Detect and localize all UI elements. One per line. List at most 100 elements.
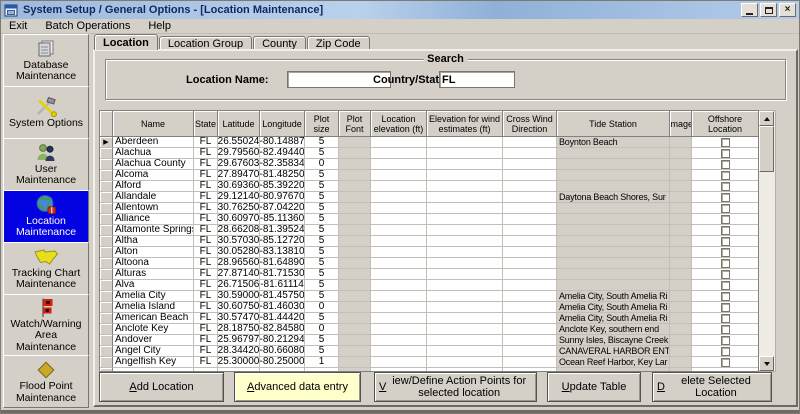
cell-offshore[interactable]	[692, 236, 758, 247]
cell-longitude[interactable]: -82.49440	[260, 148, 305, 159]
cell-plot_font[interactable]	[339, 368, 371, 371]
tab-zip-code[interactable]: Zip Code	[307, 36, 370, 50]
cell-state[interactable]: FL	[194, 269, 218, 280]
row-selector-cell[interactable]	[100, 214, 113, 225]
cell-name[interactable]: Alliance	[113, 214, 194, 225]
cell-plot_font[interactable]	[339, 357, 371, 368]
row-selector-cell[interactable]	[100, 159, 113, 170]
offshore-checkbox[interactable]	[721, 292, 730, 301]
cell-state[interactable]: FL	[194, 236, 218, 247]
cell-image[interactable]	[670, 357, 692, 368]
cell-cross_wind[interactable]	[503, 324, 557, 335]
cell-latitude[interactable]: 30.69360	[218, 181, 260, 192]
cell-plot_font[interactable]	[339, 335, 371, 346]
cell-plot_font[interactable]	[339, 137, 371, 148]
cell-longitude[interactable]: -81.64890	[260, 258, 305, 269]
cell-plot_font[interactable]	[339, 192, 371, 203]
cell-offshore[interactable]	[692, 368, 758, 371]
cell-plot_font[interactable]	[339, 203, 371, 214]
cell-latitude[interactable]: 29.12140	[218, 192, 260, 203]
cell-plot_font[interactable]	[339, 181, 371, 192]
cell-cross_wind[interactable]	[503, 357, 557, 368]
cell-name[interactable]: American Beach	[113, 313, 194, 324]
cell-name[interactable]: Angel City	[113, 346, 194, 357]
row-selector-cell[interactable]	[100, 313, 113, 324]
cell-latitude[interactable]: 29.67603	[218, 159, 260, 170]
cell-cross_wind[interactable]	[503, 346, 557, 357]
cell-loc_elev[interactable]	[371, 280, 427, 291]
cell-elev_wind[interactable]	[427, 236, 503, 247]
cell-name[interactable]: Altamonte Springs	[113, 225, 194, 236]
cell-image[interactable]	[670, 291, 692, 302]
cell-cross_wind[interactable]	[503, 225, 557, 236]
cell-loc_elev[interactable]	[371, 192, 427, 203]
cell-plot_size[interactable]	[305, 368, 339, 371]
cell-tide[interactable]	[557, 280, 670, 291]
cell-loc_elev[interactable]	[371, 247, 427, 258]
cell-loc_elev[interactable]	[371, 236, 427, 247]
cell-longitude[interactable]: -83.13810	[260, 247, 305, 258]
cell-longitude[interactable]: -81.61114	[260, 280, 305, 291]
column-header-plot-size[interactable]: Plot size	[305, 111, 339, 137]
cell-cross_wind[interactable]	[503, 269, 557, 280]
cell-longitude[interactable]	[260, 368, 305, 371]
cell-latitude[interactable]: 30.60970	[218, 214, 260, 225]
cell-latitude[interactable]: 30.60750	[218, 302, 260, 313]
cell-tide[interactable]	[557, 214, 670, 225]
cell-plot_font[interactable]	[339, 225, 371, 236]
cell-latitude[interactable]: 30.76250	[218, 203, 260, 214]
cell-longitude[interactable]: -82.35834	[260, 159, 305, 170]
offshore-checkbox[interactable]	[721, 171, 730, 180]
cell-plot_size[interactable]: 5	[305, 225, 339, 236]
cell-loc_elev[interactable]	[371, 269, 427, 280]
cell-elev_wind[interactable]	[427, 247, 503, 258]
cell-cross_wind[interactable]	[503, 181, 557, 192]
cell-name[interactable]: Alcoma	[113, 170, 194, 181]
cell-latitude[interactable]: 25.96797	[218, 335, 260, 346]
cell-longitude[interactable]: -85.12720	[260, 236, 305, 247]
column-header-image[interactable]: Image	[670, 111, 692, 137]
cell-offshore[interactable]	[692, 269, 758, 280]
offshore-checkbox[interactable]	[721, 149, 730, 158]
cell-name[interactable]: Angelfish Key	[113, 357, 194, 368]
cell-state[interactable]: FL	[194, 148, 218, 159]
cell-offshore[interactable]	[692, 203, 758, 214]
vertical-scrollbar[interactable]	[759, 110, 776, 372]
cell-plot_font[interactable]	[339, 258, 371, 269]
cell-state[interactable]: FL	[194, 214, 218, 225]
row-selector-cell[interactable]	[100, 203, 113, 214]
close-button[interactable]: ×	[779, 3, 796, 17]
cell-tide[interactable]	[557, 269, 670, 280]
row-selector-cell[interactable]	[100, 324, 113, 335]
cell-image[interactable]	[670, 302, 692, 313]
cell-name[interactable]: Altoona	[113, 258, 194, 269]
cell-elev_wind[interactable]	[427, 148, 503, 159]
cell-plot_size[interactable]: 5	[305, 291, 339, 302]
cell-offshore[interactable]	[692, 192, 758, 203]
cell-offshore[interactable]	[692, 357, 758, 368]
cell-loc_elev[interactable]	[371, 258, 427, 269]
cell-loc_elev[interactable]	[371, 368, 427, 371]
add-location-button[interactable]: Add Location	[99, 372, 224, 402]
cell-state[interactable]: FL	[194, 324, 218, 335]
cell-elev_wind[interactable]	[427, 346, 503, 357]
cell-state[interactable]: FL	[194, 280, 218, 291]
sidebar-item-system-options[interactable]: System Options	[3, 86, 89, 139]
offshore-checkbox[interactable]	[721, 204, 730, 213]
cell-elev_wind[interactable]	[427, 159, 503, 170]
cell-image[interactable]	[670, 368, 692, 371]
column-header-selector[interactable]	[100, 111, 113, 137]
cell-loc_elev[interactable]	[371, 302, 427, 313]
cell-elev_wind[interactable]	[427, 335, 503, 346]
cell-cross_wind[interactable]	[503, 291, 557, 302]
cell-name[interactable]: Alachua	[113, 148, 194, 159]
cell-loc_elev[interactable]	[371, 313, 427, 324]
cell-longitude[interactable]: -81.71530	[260, 269, 305, 280]
cell-latitude[interactable]: 25.30000	[218, 357, 260, 368]
view-define-action-points-for-selected-location-button[interactable]: View/Define Action Points for selected l…	[374, 372, 537, 402]
cell-tide[interactable]: Ocean Reef Harbor, Key Lar	[557, 357, 670, 368]
cell-offshore[interactable]	[692, 302, 758, 313]
cell-offshore[interactable]	[692, 335, 758, 346]
cell-tide[interactable]	[557, 258, 670, 269]
sidebar-item-tracking-chart-maintenance[interactable]: Tracking Chart Maintenance	[3, 242, 89, 295]
